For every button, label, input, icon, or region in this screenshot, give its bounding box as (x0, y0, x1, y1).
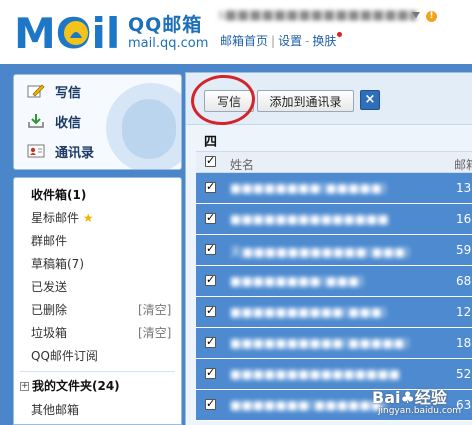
clear-spam-link[interactable]: [清空] (138, 324, 171, 341)
contact-row[interactable]: ■■■■■■■■(■■■) 682 (196, 266, 472, 297)
contact-name: ■■■■■■■■■■(■■■) (230, 305, 387, 319)
row-checkbox[interactable] (205, 335, 216, 348)
quick-actions-panel: 写信 收信 通讯录 (13, 74, 182, 170)
receive-label: 收信 (55, 115, 82, 131)
folder-spam[interactable]: 垃圾箱 (31, 324, 67, 341)
folder-starred-label: 星标邮件 (31, 211, 80, 225)
contact-name: ■■■■■■■■(■■■■■) (230, 181, 387, 195)
close-icon[interactable]: × (360, 90, 380, 110)
alert-icon[interactable]: ! (426, 11, 437, 22)
receive-action[interactable]: 收信 (27, 109, 81, 133)
contact-email: 682 (456, 274, 472, 288)
contact-email: 130 (456, 181, 472, 195)
row-checkbox[interactable] (205, 273, 216, 286)
expand-icon[interactable]: + (20, 382, 29, 391)
contacts-action[interactable]: 通讯录 (27, 139, 94, 163)
penguin-watermark-icon (122, 99, 176, 159)
compose-action[interactable]: 写信 (27, 79, 81, 103)
contact-email: 120 (456, 305, 472, 319)
write-button[interactable]: 写信 (204, 90, 254, 112)
row-checkbox[interactable] (205, 397, 216, 410)
header-links: 邮箱首页 | 设置 - 换肤 (220, 32, 343, 49)
folder-inbox[interactable]: 收件箱(1) (31, 186, 86, 203)
folder-starred[interactable]: 星标邮件 ★ (31, 209, 94, 226)
pencil-icon (27, 83, 45, 99)
link-settings[interactable]: 设置 (278, 34, 302, 48)
row-checkbox[interactable] (205, 211, 216, 224)
link-separator: - (305, 34, 310, 48)
compose-label: 写信 (55, 85, 82, 101)
contact-row[interactable]: ■■■■■■■■■■(■■■■■) 185 (196, 328, 472, 359)
contact-picker-panel: 写信 添加到通讯录 × 四 姓名 邮箱 ■■■■■■■■(■■■■■) 130 … (185, 72, 472, 425)
link-home[interactable]: 邮箱首页 (220, 34, 268, 48)
contact-row[interactable]: ■■■■■■■■■■■■■■ 168 (196, 204, 472, 235)
qqmail-logo[interactable]: MOil (14, 8, 124, 54)
folder-group-mail[interactable]: 群邮件 (31, 232, 67, 249)
brand-name: QQ邮箱 (128, 14, 203, 36)
new-dot-icon (337, 32, 343, 37)
contact-email: 630 (456, 398, 472, 412)
contacts-card-icon (27, 143, 45, 159)
contact-name: ■■■■■■■■(■■■) (230, 274, 365, 288)
contact-email: 185 (456, 336, 472, 350)
column-email: 邮箱 (454, 158, 472, 172)
contact-rows: ■■■■■■■■(■■■■■) 130 ■■■■■■■■■■■■■■ 168 天… (196, 173, 472, 425)
contact-name: ■■■■■■■■■■(■■■■■) (230, 336, 410, 350)
brand-url: mail.qq.com (128, 36, 209, 51)
contact-row[interactable]: ■■■■■■■■(■■■■■) 130 (196, 173, 472, 204)
account-email[interactable]: s■■■■■■■■■■■■■■■■■■■■■@qq.com (218, 8, 416, 24)
contact-name: ■■■■■■■■■■■■■■ (230, 212, 389, 226)
folder-other-mailboxes[interactable]: 其他邮箱 (31, 401, 79, 418)
column-name: 姓名 (230, 158, 255, 172)
toolbar: 写信 添加到通讯录 × (186, 73, 472, 128)
chevron-down-icon[interactable] (412, 12, 420, 18)
contact-row[interactable]: ■■■■■■■■■■(■■■) 120 (196, 297, 472, 328)
add-to-contacts-button[interactable]: 添加到通讯录 (257, 90, 354, 112)
inbox-download-icon (27, 113, 45, 129)
row-checkbox[interactable] (205, 180, 216, 193)
link-skin[interactable]: 换肤 (312, 34, 336, 48)
group-letter: 四 (204, 135, 218, 150)
clear-deleted-link[interactable]: [清空] (138, 301, 171, 318)
contact-row[interactable]: ■■■■■■■(■■■■■■) 630 (196, 390, 472, 421)
contact-name: ■■■■■■■(■■■■■■) (230, 398, 387, 412)
star-icon: ★ (82, 211, 94, 225)
contact-email: 168 (456, 212, 472, 226)
contact-row[interactable]: ■■■■■■■■■■■■■■■ 529 (196, 359, 472, 390)
contacts-label: 通讯录 (55, 145, 95, 161)
folder-deleted[interactable]: 已删除 (31, 301, 67, 318)
my-folders-label: 我的文件夹(24) (32, 379, 120, 393)
row-checkbox[interactable] (205, 366, 216, 379)
row-checkbox[interactable] (205, 242, 216, 255)
folder-list: 收件箱(1) 星标邮件 ★ 群邮件 草稿箱(7) 已发送 已删除 [清空] 垃圾… (13, 177, 182, 425)
row-checkbox[interactable] (205, 304, 216, 317)
header: MOil QQ邮箱 mail.qq.com s■■■■■■■■■■■■■■■■■… (0, 0, 472, 64)
divider (20, 371, 175, 372)
contact-name: 天■■■■■■■■■■■(■■■) (230, 245, 411, 259)
contact-email: 595 (456, 243, 472, 257)
contact-email: 529 (456, 367, 472, 381)
select-all-checkbox[interactable] (205, 154, 216, 167)
contact-name: ■■■■■■■■■■■■■■■ (230, 367, 401, 381)
contact-row[interactable]: 天■■■■■■■■■■■(■■■) 595 (196, 235, 472, 266)
my-folders-toggle[interactable]: + 我的文件夹(24) (20, 377, 120, 394)
link-separator: | (271, 34, 276, 48)
folder-drafts[interactable]: 草稿箱(7) (31, 255, 84, 272)
column-header: 姓名 邮箱 (196, 151, 472, 173)
folder-subscriptions[interactable]: QQ邮件订阅 (31, 347, 98, 364)
folder-sent[interactable]: 已发送 (31, 278, 67, 295)
